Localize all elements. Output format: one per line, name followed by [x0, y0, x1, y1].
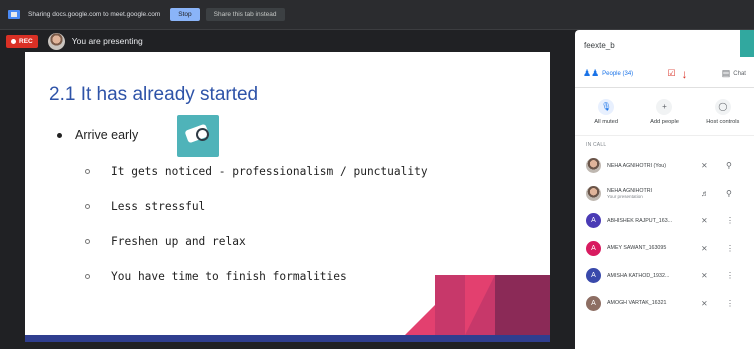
- mic-off-icon[interactable]: ⨯: [701, 271, 708, 280]
- avatar: A: [586, 213, 601, 229]
- avatar: A: [586, 240, 601, 256]
- people-list: NEHA AGNIHOTRI (You) ⨯ ⚲ NEHA AGNIHOTRI …: [575, 152, 754, 317]
- sub-bullet-circle: [85, 239, 90, 244]
- person-name: NEHA AGNIHOTRI (You): [607, 162, 666, 169]
- sub-bullet-text: Less stressful: [111, 200, 206, 213]
- panel-tabs: ♟♟ People (34) ☑ ↓ ▤ Chat: [575, 60, 754, 88]
- decorative-shape: [465, 275, 495, 335]
- volume-icon[interactable]: ♬: [701, 189, 709, 198]
- recording-badge: REC: [6, 34, 38, 48]
- sub-bullet-circle: [85, 274, 90, 279]
- tab-people[interactable]: ♟♟ People (34): [583, 68, 633, 79]
- chat-icon: ▤: [721, 68, 731, 78]
- presenter-avatar: [47, 32, 65, 50]
- action-label: All muted: [594, 118, 619, 125]
- action-label: Add people: [650, 118, 679, 125]
- panel-actions: 🎙 All muted + Add people ◯ Host controls: [575, 88, 754, 136]
- sub-bullet-text: It gets noticed - professionalism / punc…: [111, 165, 428, 178]
- person-name: AMEY SAWANT_163095: [607, 245, 667, 252]
- checklist-icon: ☑: [667, 68, 676, 78]
- person-text: NEHA AGNIHOTRI (You): [607, 163, 689, 169]
- mic-off-icon[interactable]: ⨯: [701, 244, 708, 253]
- mic-off-icon[interactable]: ⨯: [701, 216, 708, 225]
- avatar: [586, 185, 601, 201]
- slide-title: 2.1 It has already started: [49, 84, 259, 105]
- sub-bullet: Freshen up and relax: [85, 235, 246, 248]
- arrow-down-icon: ↓: [681, 66, 688, 81]
- stop-sharing-button[interactable]: Stop: [170, 8, 200, 21]
- person-name: AMISHA KATHOD_1932...: [607, 272, 670, 279]
- meeting-name: feexte_b: [584, 40, 615, 50]
- slide-footer-bar: [25, 335, 550, 342]
- more-options-icon[interactable]: ⋮: [726, 244, 734, 253]
- people-panel: feexte_b ♟♟ People (34) ☑ ↓ ▤ Chat 🎙 All…: [575, 30, 754, 349]
- pin-icon[interactable]: ⚲: [726, 189, 732, 198]
- panel-header: feexte_b: [575, 30, 754, 60]
- more-options-icon[interactable]: ⋮: [726, 216, 734, 225]
- sharing-bar: Sharing docs.google.com to meet.google.c…: [0, 0, 754, 30]
- list-item[interactable]: A ABHISHEK RAJPUT_163... ⨯ ⋮: [575, 207, 754, 235]
- person-name: ABHISHEK RAJPUT_163...: [607, 217, 673, 224]
- sub-bullet-circle: [85, 169, 90, 174]
- mic-off-icon[interactable]: ⨯: [701, 161, 708, 170]
- sharing-status-text: Sharing docs.google.com to meet.google.c…: [28, 11, 161, 18]
- bullet-dot: [57, 132, 62, 138]
- main-bullet-text: Arrive early: [75, 128, 139, 142]
- mic-off-icon: 🎙: [598, 98, 615, 115]
- main-bullet: Arrive early: [57, 128, 138, 142]
- screen-share-icon: [8, 10, 20, 19]
- add-people-button[interactable]: + Add people: [637, 98, 691, 125]
- person-text: ABHISHEK RAJPUT_163...: [607, 218, 689, 224]
- sub-bullet-text: You have time to finish formalities: [111, 270, 347, 283]
- avatar: A: [586, 268, 601, 284]
- action-label: Host controls: [706, 118, 740, 125]
- panel-close-button[interactable]: [740, 30, 754, 57]
- presentation-slide: 2.1 It has already started Arrive early …: [25, 52, 550, 342]
- divider: [550, 30, 575, 349]
- tab-people-label: People (34): [602, 70, 634, 77]
- toggle-icon: ◯: [714, 98, 731, 115]
- presenting-text: You are presenting: [71, 36, 143, 46]
- person-text: NEHA AGNIHOTRI Your presentation: [607, 188, 689, 199]
- person-text: AMISHA KATHOD_1932...: [607, 273, 689, 279]
- list-item[interactable]: NEHA AGNIHOTRI Your presentation ♬ ⚲: [575, 180, 754, 208]
- avatar: [586, 158, 601, 174]
- add-person-icon: +: [656, 98, 673, 115]
- person-text: AMOGH VARTAK_16321: [607, 300, 689, 306]
- sub-bullet-circle: [85, 204, 90, 209]
- sub-bullet: It gets noticed - professionalism / punc…: [85, 165, 428, 178]
- rec-label: REC: [19, 37, 33, 45]
- in-call-label: IN CALL: [586, 142, 607, 148]
- list-item[interactable]: NEHA AGNIHOTRI (You) ⨯ ⚲: [575, 152, 754, 180]
- more-options-icon[interactable]: ⋮: [726, 299, 734, 308]
- decorative-shape: [495, 275, 550, 335]
- pin-icon[interactable]: ⚲: [726, 161, 732, 170]
- people-icon: ♟♟: [583, 68, 600, 78]
- person-name: AMOGH VARTAK_16321: [607, 300, 667, 307]
- all-muted-button[interactable]: 🎙 All muted: [579, 98, 633, 125]
- list-item[interactable]: A AMOGH VARTAK_16321 ⨯ ⋮: [575, 290, 754, 318]
- sub-bullet: You have time to finish formalities: [85, 270, 347, 283]
- tab-chat[interactable]: ▤ Chat: [722, 68, 746, 79]
- sub-bullet: Less stressful: [85, 200, 205, 213]
- share-this-tab-button[interactable]: Share this tab instead: [205, 8, 285, 21]
- list-item[interactable]: A AMEY SAWANT_163095 ⨯ ⋮: [575, 235, 754, 263]
- tab-activities[interactable]: ☑ ↓: [667, 67, 687, 81]
- list-item[interactable]: A AMISHA KATHOD_1932... ⨯ ⋮: [575, 262, 754, 290]
- person-subtitle: Your presentation: [607, 193, 643, 199]
- host-controls-button[interactable]: ◯ Host controls: [696, 98, 750, 125]
- meet-window: Sharing docs.google.com to meet.google.c…: [0, 0, 754, 349]
- avatar: A: [586, 295, 601, 311]
- sub-bullet-text: Freshen up and relax: [111, 235, 246, 248]
- person-text: AMEY SAWANT_163095: [607, 245, 689, 251]
- record-dot-icon: [11, 38, 16, 44]
- presenting-bar: REC You are presenting: [0, 30, 575, 52]
- tab-chat-label: Chat: [733, 70, 746, 77]
- mic-off-icon[interactable]: ⨯: [701, 299, 708, 308]
- more-options-icon[interactable]: ⋮: [726, 271, 734, 280]
- watch-clipart-image: [177, 115, 219, 157]
